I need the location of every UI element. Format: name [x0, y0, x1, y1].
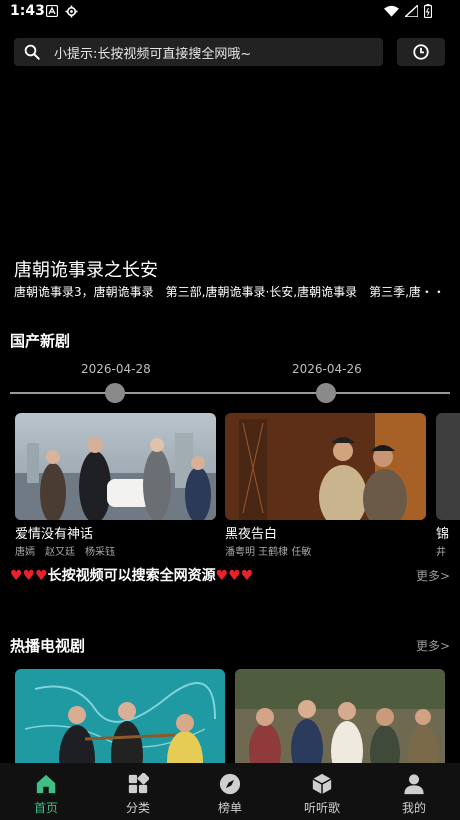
drama-poster [225, 413, 426, 520]
drama-name: 爱情没有神话 [15, 527, 94, 542]
drama-card[interactable]: 黑夜告白 潘粤明 王鹤棣 任敏 [225, 413, 426, 558]
status-time: 1:43 [10, 3, 45, 19]
timeline-date-2: 2026-04-26 [292, 362, 362, 376]
status-bar: 1:43 [0, 0, 460, 24]
drama-name: 锦 [436, 527, 450, 542]
drama-card[interactable]: 爱情没有神话 唐嫣 赵又廷 杨采钰 [15, 413, 216, 558]
timeline-line [10, 392, 450, 394]
tip-banner: ♥♥♥长按视频可以搜索全网资源♥♥♥ [10, 565, 253, 585]
status-right-icons [384, 4, 432, 18]
hot-tv-section-title: 热播电视剧 [10, 637, 86, 655]
drama-cast: 唐嫣 赵又廷 杨采钰 [15, 547, 115, 558]
cube-icon [312, 773, 332, 795]
search-bar[interactable]: 小提示:长按视频可直接搜全网哦~ [14, 38, 383, 66]
nav-mine-label: 我的 [401, 801, 426, 815]
drama-poster [436, 413, 460, 520]
drama-cast: 潘粤明 王鹤棣 任敏 [225, 547, 312, 558]
hearts-right: ♥♥♥ [215, 568, 254, 584]
hearts-left: ♥♥♥ [10, 568, 48, 584]
history-button[interactable] [397, 38, 445, 66]
banner-title: 唐朝诡事录之长安 [14, 260, 158, 281]
category-grid-icon [128, 773, 149, 794]
status-left-icons [46, 5, 78, 18]
nav-mine[interactable]: 我的 [368, 763, 460, 820]
user-icon [404, 774, 424, 795]
nav-music[interactable]: 听听歌 [276, 763, 368, 820]
home-icon [36, 774, 56, 794]
notification-a-icon [46, 5, 58, 17]
battery-icon [424, 4, 432, 18]
timeline-date-1: 2026-04-28 [81, 362, 151, 376]
nav-ranking-label: 榜单 [217, 801, 242, 815]
bottom-nav: 首页 分类 榜单 听听歌 我的 [0, 763, 460, 820]
tip-text: 长按视频可以搜索全网资源 [47, 568, 216, 584]
timeline-dot-2[interactable] [316, 383, 336, 403]
hot-tv-poster[interactable] [15, 669, 225, 765]
compass-icon [219, 773, 241, 795]
timeline-dot-1[interactable] [105, 383, 125, 403]
settings-gear-icon [65, 5, 78, 18]
drama-name: 黑夜告白 [225, 527, 278, 542]
nav-category-label: 分类 [125, 801, 150, 815]
tip-more-link[interactable]: 更多> [416, 567, 450, 584]
search-icon [24, 44, 40, 60]
hot-tv-poster[interactable] [235, 669, 445, 765]
search-placeholder: 小提示:长按视频可直接搜全网哦~ [54, 46, 252, 62]
banner-subtitle: 唐朝诡事录3，唐朝诡事录 第三部,唐朝诡事录·长安,唐朝诡事录 第三季,唐・・ [14, 285, 445, 299]
drama-card[interactable]: 锦 井 [436, 413, 460, 558]
wifi-icon [384, 5, 399, 17]
drama-cast: 井 [436, 547, 446, 558]
domestic-new-section-title: 国产新剧 [10, 332, 71, 350]
nav-home-label: 首页 [33, 801, 58, 815]
drama-poster [15, 413, 216, 520]
nav-music-label: 听听歌 [303, 801, 340, 815]
nav-home[interactable]: 首页 [0, 763, 92, 820]
hot-tv-more-link[interactable]: 更多> [416, 637, 450, 654]
nav-category[interactable]: 分类 [92, 763, 184, 820]
nav-ranking[interactable]: 榜单 [184, 763, 276, 820]
clock-icon [413, 44, 429, 60]
signal-icon [405, 5, 418, 17]
